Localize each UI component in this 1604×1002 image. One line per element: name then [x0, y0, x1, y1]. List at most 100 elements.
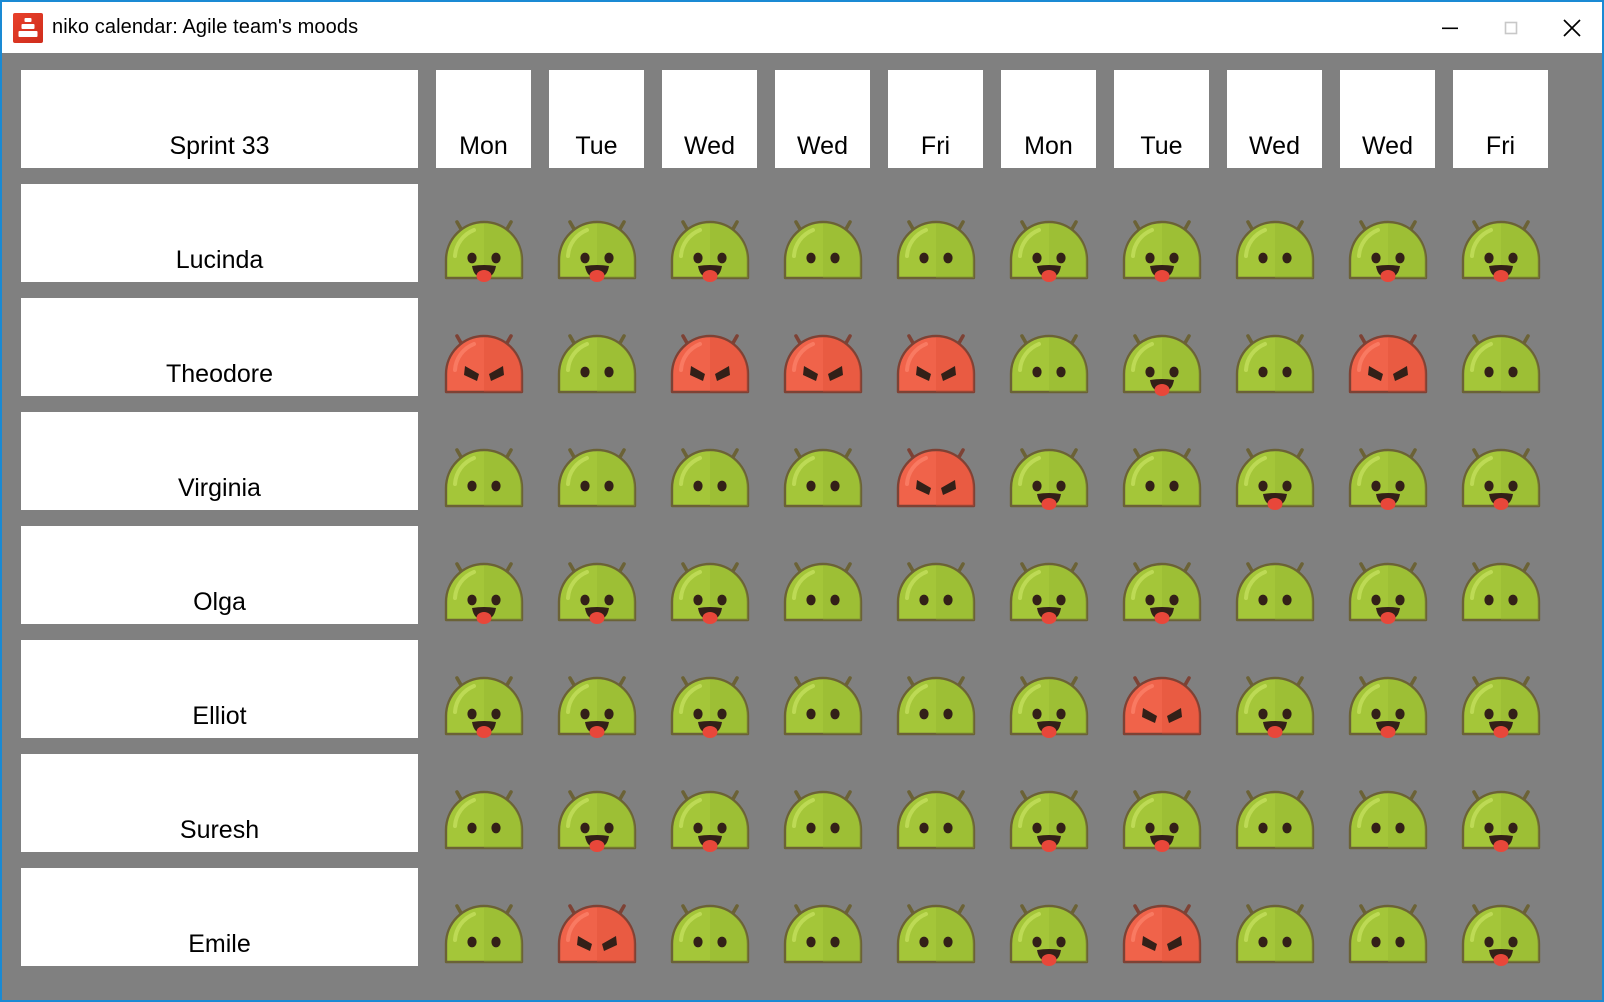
mood-cell[interactable]	[1001, 640, 1096, 738]
mood-cell[interactable]	[1227, 184, 1322, 282]
mood-cell[interactable]	[662, 184, 757, 282]
mood-cell[interactable]	[888, 184, 983, 282]
mood-cell[interactable]	[549, 298, 644, 396]
mood-cell[interactable]	[1227, 298, 1322, 396]
mood-cell[interactable]	[888, 412, 983, 510]
mood-cell[interactable]	[1114, 754, 1209, 852]
mood-cell[interactable]	[1114, 868, 1209, 966]
mood-cell[interactable]	[1340, 184, 1435, 282]
mood-cell[interactable]	[549, 412, 644, 510]
mood-cell[interactable]	[436, 412, 531, 510]
mood-cell[interactable]	[1227, 526, 1322, 624]
mood-cell[interactable]	[549, 754, 644, 852]
mood-cell[interactable]	[1453, 298, 1548, 396]
mood-cell[interactable]	[549, 184, 644, 282]
mood-cell[interactable]	[549, 640, 644, 738]
day-header-0[interactable]: Mon	[436, 70, 531, 168]
day-header-2[interactable]: Wed	[662, 70, 757, 168]
mood-cell[interactable]	[549, 868, 644, 966]
day-header-4[interactable]: Fri	[888, 70, 983, 168]
person-name-cell[interactable]: Elliot	[21, 640, 418, 738]
neutral-face-icon	[783, 562, 862, 622]
day-header-8[interactable]: Wed	[1340, 70, 1435, 168]
mood-cell[interactable]	[1340, 868, 1435, 966]
mood-cell[interactable]	[775, 640, 870, 738]
mood-cell[interactable]	[888, 868, 983, 966]
mood-cell[interactable]	[1227, 754, 1322, 852]
mood-cell[interactable]	[1114, 412, 1209, 510]
neutral-face-icon	[1235, 790, 1314, 850]
maximize-button[interactable]	[1480, 2, 1541, 53]
mood-cell[interactable]	[662, 640, 757, 738]
mood-cell[interactable]	[1001, 754, 1096, 852]
sprint-header[interactable]: Sprint 33	[21, 70, 418, 168]
mood-cell[interactable]	[1114, 526, 1209, 624]
day-header-7[interactable]: Wed	[1227, 70, 1322, 168]
day-header-9[interactable]: Fri	[1453, 70, 1548, 168]
mood-cell[interactable]	[436, 754, 531, 852]
mood-cell[interactable]	[436, 184, 531, 282]
mood-cell[interactable]	[436, 868, 531, 966]
mood-cell[interactable]	[436, 640, 531, 738]
person-name-cell[interactable]: Emile	[21, 868, 418, 966]
mood-cell[interactable]	[775, 298, 870, 396]
mood-cell[interactable]	[1453, 412, 1548, 510]
mood-cell[interactable]	[549, 526, 644, 624]
mood-cell[interactable]	[775, 754, 870, 852]
person-name-cell[interactable]: Olga	[21, 526, 418, 624]
mood-cell[interactable]	[775, 412, 870, 510]
mood-cell[interactable]	[1340, 412, 1435, 510]
mood-cell[interactable]	[888, 640, 983, 738]
mood-cell[interactable]	[1001, 184, 1096, 282]
neutral-face-icon	[670, 448, 749, 508]
day-header-label: Wed	[797, 132, 848, 160]
person-name-cell[interactable]: Suresh	[21, 754, 418, 852]
mood-cell[interactable]	[662, 868, 757, 966]
mood-cell[interactable]	[436, 526, 531, 624]
person-name-cell[interactable]: Lucinda	[21, 184, 418, 282]
mood-cell[interactable]	[1340, 640, 1435, 738]
mood-cell[interactable]	[1114, 184, 1209, 282]
mood-cell[interactable]	[1227, 868, 1322, 966]
happy-face-icon	[557, 790, 636, 852]
mood-cell[interactable]	[1453, 526, 1548, 624]
minimize-button[interactable]	[1419, 2, 1480, 53]
mood-cell[interactable]	[1001, 298, 1096, 396]
mood-cell[interactable]	[1114, 298, 1209, 396]
person-name-label: Olga	[193, 588, 246, 616]
mood-cell[interactable]	[888, 298, 983, 396]
mood-cell[interactable]	[888, 754, 983, 852]
mood-cell[interactable]	[1340, 298, 1435, 396]
day-header-1[interactable]: Tue	[549, 70, 644, 168]
mood-cell[interactable]	[436, 298, 531, 396]
mood-cell[interactable]	[1227, 640, 1322, 738]
mood-cell[interactable]	[1001, 526, 1096, 624]
mood-cell[interactable]	[1001, 412, 1096, 510]
mood-cell[interactable]	[662, 412, 757, 510]
person-name-cell[interactable]: Theodore	[21, 298, 418, 396]
mood-cell[interactable]	[1340, 754, 1435, 852]
mood-cell[interactable]	[888, 526, 983, 624]
mood-cell[interactable]	[1114, 640, 1209, 738]
mood-cell[interactable]	[1227, 412, 1322, 510]
close-button[interactable]	[1541, 2, 1602, 53]
person-name-cell[interactable]: Virginia	[21, 412, 418, 510]
mood-cell[interactable]	[1453, 754, 1548, 852]
mood-cell[interactable]	[775, 184, 870, 282]
mood-cell[interactable]	[1453, 184, 1548, 282]
day-header-5[interactable]: Mon	[1001, 70, 1096, 168]
day-header-label: Mon	[459, 132, 508, 160]
day-header-3[interactable]: Wed	[775, 70, 870, 168]
mood-cell[interactable]	[662, 754, 757, 852]
happy-face-icon	[1235, 676, 1314, 738]
mood-cell[interactable]	[662, 298, 757, 396]
mood-cell[interactable]	[1453, 868, 1548, 966]
day-header-6[interactable]: Tue	[1114, 70, 1209, 168]
mood-cell[interactable]	[775, 868, 870, 966]
mood-cell[interactable]	[1340, 526, 1435, 624]
mood-cell[interactable]	[1001, 868, 1096, 966]
mood-cell[interactable]	[1453, 640, 1548, 738]
mood-cell[interactable]	[662, 526, 757, 624]
happy-face-icon	[1122, 334, 1201, 396]
mood-cell[interactable]	[775, 526, 870, 624]
